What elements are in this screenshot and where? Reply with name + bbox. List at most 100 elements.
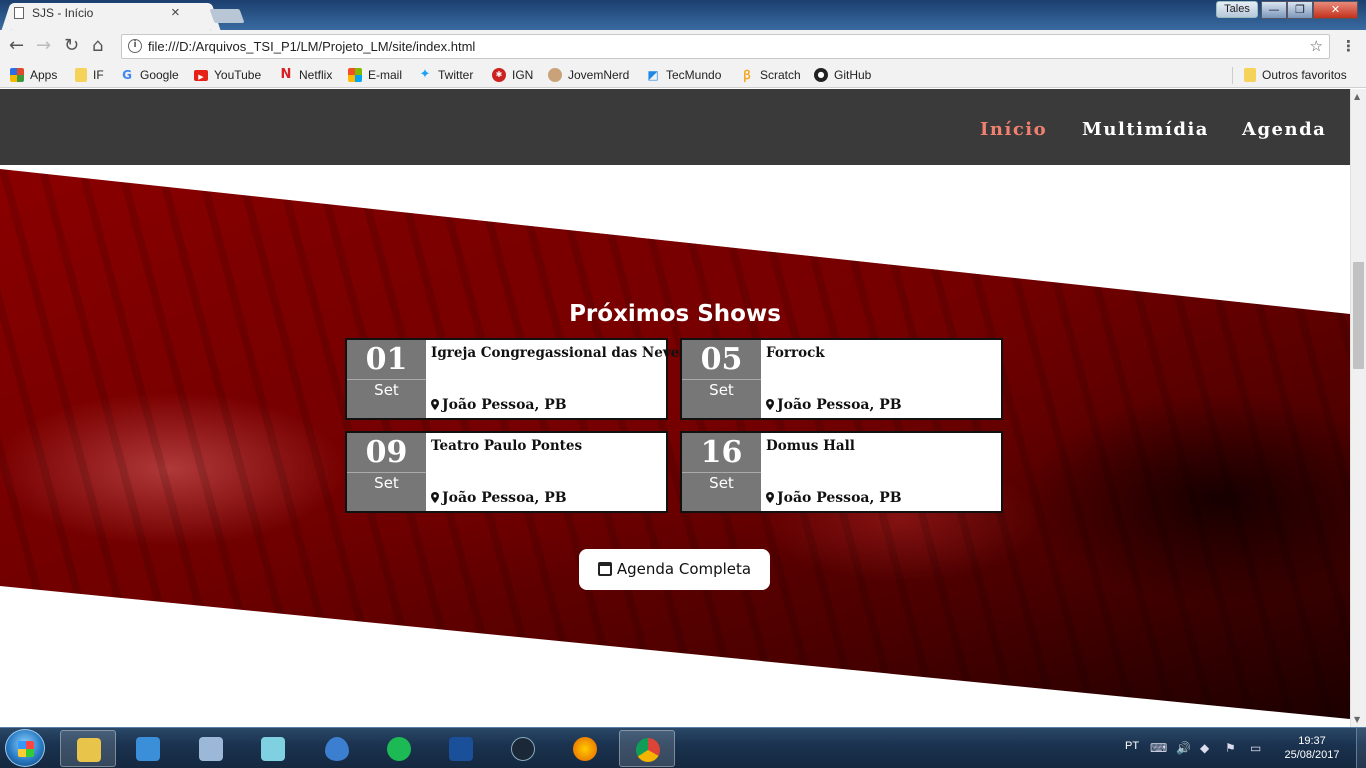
microsoft-icon: [348, 68, 362, 82]
action-center-icon[interactable]: ▭: [1250, 741, 1261, 755]
show-month: Set: [709, 474, 734, 492]
folder-icon: [1244, 68, 1256, 82]
full-schedule-button[interactable]: Agenda Completa: [579, 549, 770, 590]
nav-link-inicio[interactable]: Início: [980, 119, 1047, 140]
bookmark-google[interactable]: G Google: [120, 68, 179, 82]
show-location: João Pessoa, PB: [431, 397, 567, 413]
apps-grid-icon: [10, 68, 24, 82]
google-icon: G: [122, 68, 132, 82]
calculator-icon: [199, 737, 223, 761]
youtube-icon: ▶: [194, 69, 208, 81]
close-window-button[interactable]: ✕: [1313, 1, 1358, 19]
date-divider: [682, 379, 761, 380]
scroll-up-arrow-icon[interactable]: ▲: [1354, 92, 1360, 101]
bookmarks-divider: [1232, 67, 1233, 84]
date-divider: [347, 472, 426, 473]
show-venue: Forrock: [766, 345, 825, 361]
taskbar-explorer[interactable]: [60, 730, 116, 767]
taskbar-media-player[interactable]: [120, 730, 176, 767]
browser-title-bar: SJS - Início × Tales — ❐ ✕: [0, 0, 1366, 30]
map-marker-icon: [431, 492, 439, 503]
bookmark-netflix[interactable]: N Netflix: [279, 68, 333, 83]
forward-arrow-icon[interactable]: →: [36, 36, 51, 56]
bookmark-if[interactable]: IF: [75, 68, 104, 82]
blizzard-icon: [449, 737, 473, 761]
nav-link-multimidia[interactable]: Multimídia: [1082, 119, 1209, 140]
document-icon: [14, 7, 24, 19]
notes-icon: [261, 737, 285, 761]
page-viewport: Início Multimídia Agenda Próximos Shows …: [0, 89, 1350, 727]
show-card[interactable]: 09 Set Teatro Paulo Pontes João Pessoa, …: [345, 431, 668, 513]
bookmark-apps[interactable]: Apps: [10, 68, 57, 82]
network-icon[interactable]: ⚑: [1225, 741, 1236, 755]
taskbar-blizzard[interactable]: [433, 730, 489, 767]
taskbar-steam[interactable]: [495, 730, 551, 767]
browser-menu-icon[interactable]: ⋮: [1341, 37, 1356, 55]
new-tab-button[interactable]: [209, 9, 245, 23]
taskbar-firefox[interactable]: [557, 730, 613, 767]
taskbar-calculator[interactable]: [183, 730, 239, 767]
clock-date: 25/08/2017: [1284, 749, 1340, 761]
maximize-button[interactable]: ❐: [1287, 1, 1313, 19]
show-day: 05: [700, 342, 743, 377]
bookmark-tecmundo[interactable]: ◩ TecMundo: [646, 68, 721, 82]
bookmarks-bar: Apps IF G Google ▶ YouTube N Netflix E-mail…: [0, 63, 1366, 88]
show-card[interactable]: 01 Set Igreja Congregassional das Neves …: [345, 338, 687, 420]
show-card[interactable]: 16 Set Domus Hall João Pessoa, PB: [680, 431, 1003, 513]
scratch-icon: ꞵ: [743, 68, 751, 82]
calendar-icon: [597, 562, 612, 576]
show-location: João Pessoa, PB: [431, 490, 567, 506]
bookmark-star-icon[interactable]: ☆: [1310, 37, 1323, 55]
show-date: 16 Set: [682, 433, 761, 511]
scroll-thumb[interactable]: [1353, 262, 1364, 369]
tray-app-icon[interactable]: ◆: [1200, 741, 1209, 755]
tab-close-button[interactable]: ×: [171, 4, 180, 21]
section-title: Próximos Shows: [569, 301, 781, 327]
bookmark-email[interactable]: E-mail: [348, 68, 402, 82]
back-arrow-icon[interactable]: ←: [9, 36, 24, 56]
clock-time: 19:37: [1298, 735, 1326, 747]
address-bar[interactable]: i file:///D:/Arquivos_TSI_P1/LM/Projeto_…: [121, 34, 1330, 59]
info-icon[interactable]: i: [128, 39, 142, 53]
steam-icon: [511, 737, 535, 761]
show-day: 16: [700, 435, 743, 470]
reload-icon[interactable]: ↻: [64, 36, 79, 56]
show-month: Set: [374, 474, 399, 492]
bookmark-scratch[interactable]: ꞵ Scratch: [740, 68, 800, 82]
taskbar-notes[interactable]: [245, 730, 301, 767]
taskbar-chrome[interactable]: [619, 730, 675, 767]
profile-button[interactable]: Tales: [1216, 1, 1258, 18]
language-indicator[interactable]: PT: [1125, 740, 1139, 752]
volume-icon[interactable]: 🔊: [1176, 741, 1191, 755]
site-navbar: Início Multimídia Agenda: [0, 89, 1350, 165]
show-location: João Pessoa, PB: [766, 490, 902, 506]
url-text[interactable]: file:///D:/Arquivos_TSI_P1/LM/Projeto_LM…: [148, 39, 475, 54]
bookmark-github[interactable]: ● GitHub: [814, 68, 871, 82]
minimize-button[interactable]: —: [1261, 1, 1287, 19]
folder-icon: [77, 738, 101, 762]
start-button[interactable]: [5, 729, 45, 767]
system-clock[interactable]: 19:37 25/08/2017: [1280, 734, 1344, 762]
taskbar-spotify[interactable]: [371, 730, 427, 767]
date-divider: [682, 472, 761, 473]
home-icon[interactable]: ⌂: [92, 36, 103, 56]
date-divider: [347, 379, 426, 380]
bookmark-other-favorites[interactable]: Outros favoritos: [1244, 68, 1347, 82]
page-scrollbar[interactable]: ▲ ▼: [1350, 89, 1366, 727]
taskbar-droplet[interactable]: [309, 730, 365, 767]
windows-taskbar: PT ⌨ 🔊 ◆ ⚑ ▭ 19:37 25/08/2017: [0, 727, 1366, 768]
media-player-icon: [136, 737, 160, 761]
show-desktop-button[interactable]: [1356, 728, 1366, 768]
bookmark-jovemnerd[interactable]: JovemNerd: [548, 68, 629, 82]
show-location: João Pessoa, PB: [766, 397, 902, 413]
bookmark-twitter[interactable]: ✦ Twitter: [418, 68, 474, 83]
show-venue: Domus Hall: [766, 438, 855, 454]
bookmark-youtube[interactable]: ▶ YouTube: [194, 68, 261, 82]
spotify-icon: [387, 737, 411, 761]
keyboard-icon[interactable]: ⌨: [1150, 741, 1167, 755]
show-card[interactable]: 05 Set Forrock João Pessoa, PB: [680, 338, 1003, 420]
nav-link-agenda[interactable]: Agenda: [1242, 119, 1326, 140]
scroll-down-arrow-icon[interactable]: ▼: [1354, 715, 1360, 724]
bookmark-ign[interactable]: ✱ IGN: [492, 68, 533, 82]
show-date: 01 Set: [347, 340, 426, 418]
